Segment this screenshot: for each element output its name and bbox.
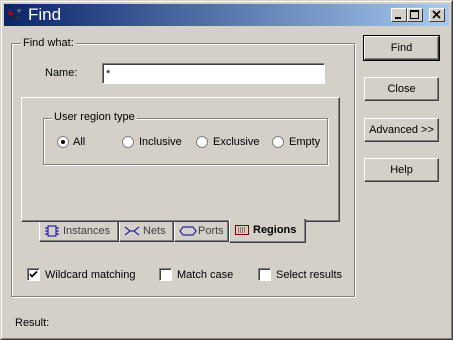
result-label: Result: (15, 317, 50, 329)
instances-icon (45, 225, 59, 237)
radio-exclusive-label: Exclusive (213, 136, 260, 148)
match-case-label: Match case (177, 269, 234, 281)
maximize-button[interactable] (407, 8, 423, 22)
select-results-label: Select results (276, 269, 343, 281)
ports-icon (179, 226, 197, 236)
advanced-button[interactable]: Advanced >> (364, 118, 439, 142)
close-button[interactable]: Close (364, 77, 439, 101)
tab-ports[interactable]: Ports (174, 222, 229, 242)
minimize-button[interactable] (391, 8, 407, 22)
radio-exclusive-indicator[interactable] (196, 136, 208, 148)
radio-empty-label: Empty (289, 136, 321, 148)
tab-ports-label: Ports (198, 225, 224, 237)
match-case-checkbox[interactable] (159, 268, 172, 281)
find-dialog: Find Find what: Name: User region type A… (0, 0, 453, 340)
help-button[interactable]: Help (364, 158, 439, 182)
radio-inclusive-label: Inclusive (139, 136, 182, 148)
maximize-icon (410, 10, 419, 19)
tab-regions-label: Regions (253, 224, 297, 236)
window-title: Find (28, 5, 62, 24)
app-icon (8, 9, 21, 21)
user-region-type-group (43, 118, 328, 165)
title-bar[interactable]: Find (4, 4, 449, 26)
nets-icon (124, 226, 140, 236)
wildcard-matching-label: Wildcard matching (45, 269, 136, 281)
select-results-checkbox[interactable] (258, 268, 271, 281)
tab-nets[interactable]: Nets (119, 222, 174, 242)
minimize-icon (395, 17, 401, 19)
tab-instances[interactable]: Instances (39, 222, 119, 242)
name-label: Name: (45, 67, 78, 79)
checkmark-icon (29, 270, 38, 278)
radio-empty-indicator[interactable] (272, 136, 284, 148)
radio-all-label: All (73, 136, 86, 148)
name-input[interactable] (102, 63, 325, 84)
wildcard-matching-checkbox[interactable] (27, 268, 40, 281)
user-region-type-label: User region type (52, 111, 137, 123)
find-what-label: Find what: (21, 37, 76, 49)
find-button[interactable]: Find (363, 35, 440, 61)
regions-icon (235, 225, 249, 235)
tab-regions[interactable]: Regions (229, 219, 306, 243)
close-window-button[interactable] (429, 8, 445, 22)
radio-inclusive-indicator[interactable] (122, 136, 134, 148)
radio-all-indicator[interactable] (57, 136, 69, 148)
tab-instances-label: Instances (63, 225, 111, 237)
tab-nets-label: Nets (143, 225, 166, 237)
close-icon (432, 10, 441, 19)
